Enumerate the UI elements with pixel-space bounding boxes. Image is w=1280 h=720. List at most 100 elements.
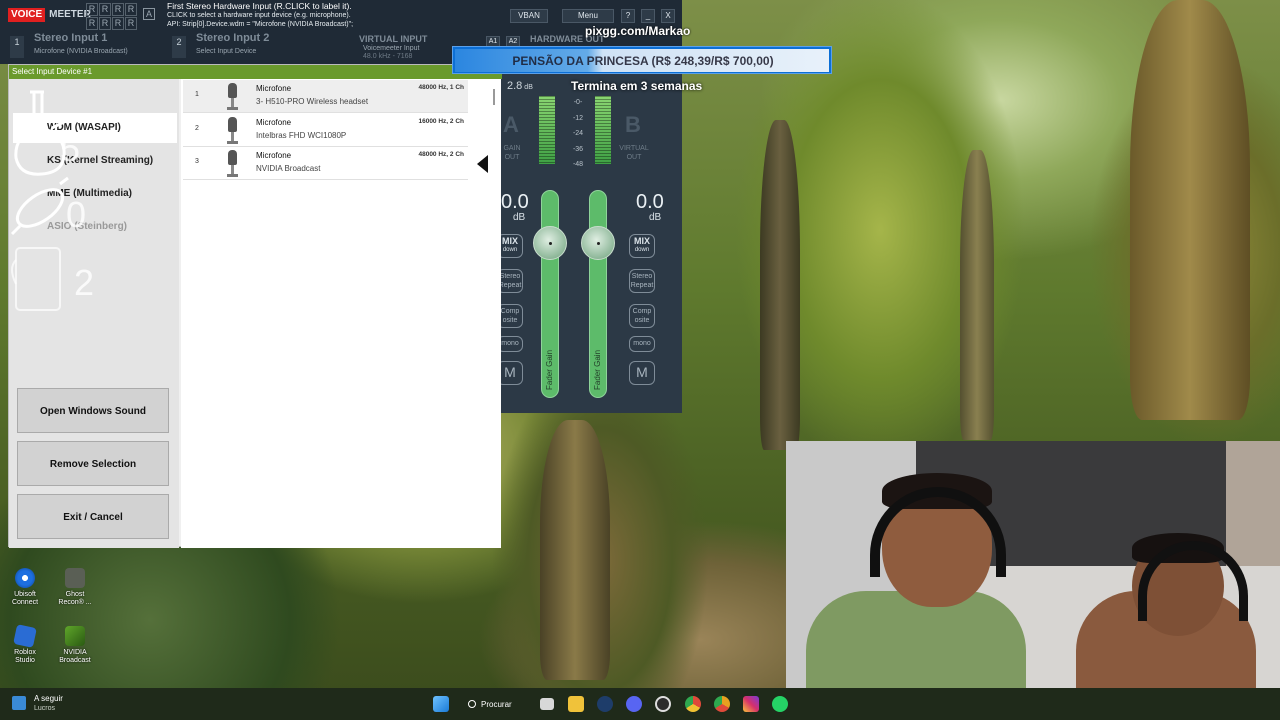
- device-row[interactable]: 3 Microfone NVIDIA Broadcast 48000 Hz, 2…: [183, 147, 468, 180]
- db-left-unit: dB: [513, 212, 526, 223]
- obs-icon[interactable]: [655, 696, 671, 712]
- virtual-input-strip[interactable]: VIRTUAL INPUT Voicemeeter Input 48.0 kHz…: [335, 32, 455, 62]
- microphone-icon: [225, 150, 239, 178]
- strip-1-device[interactable]: Microfone (NVIDIA Broadcast): [34, 48, 128, 55]
- wallpaper-tree: [760, 120, 800, 450]
- macro-r[interactable]: R: [99, 17, 111, 30]
- fader-left-knob[interactable]: [533, 226, 567, 260]
- icon-label-2: Broadcast: [59, 657, 91, 664]
- desktop-icon-ubisoft[interactable]: Ubisoft Connect: [3, 568, 47, 607]
- microphone-icon: [225, 117, 239, 145]
- level-meter-left: [539, 96, 555, 164]
- mix-label: MIX: [633, 236, 650, 246]
- desktop-icon-ghost-recon[interactable]: Ghost Recon® ...: [53, 568, 97, 607]
- minimize-button[interactable]: _: [641, 9, 655, 23]
- db-right-unit: dB: [649, 212, 662, 223]
- a-button[interactable]: A: [143, 8, 155, 20]
- chrome-alt-icon[interactable]: [714, 696, 730, 712]
- scale-tick: -12: [572, 114, 584, 122]
- widgets-button[interactable]: A seguir Lucros: [12, 693, 102, 715]
- vban-button[interactable]: VBAN: [510, 9, 548, 23]
- chrome-icon[interactable]: [685, 696, 701, 712]
- mix-sub: down: [502, 247, 518, 253]
- mute-right[interactable]: M: [629, 361, 655, 385]
- b-bus-label: B: [625, 112, 641, 137]
- composite-right[interactable]: Comp osite: [629, 304, 655, 328]
- macro-r[interactable]: R: [86, 17, 98, 30]
- selected-arrow-icon: [477, 155, 488, 173]
- mix-label: MIX: [501, 236, 518, 246]
- open-windows-sound-button[interactable]: Open Windows Sound: [17, 388, 169, 433]
- macro-r[interactable]: R: [112, 17, 124, 30]
- fader-right-knob[interactable]: [581, 226, 615, 260]
- taskbar: A seguir Lucros Procurar: [0, 688, 1280, 720]
- desktop-icon-nvidia-broadcast[interactable]: NVIDIA Broadcast: [53, 626, 97, 665]
- macro-r[interactable]: R: [125, 3, 137, 16]
- virtual-out-label: VIRTUAL OUT: [617, 144, 651, 162]
- widget-title: A seguir: [34, 694, 63, 703]
- whatsapp-icon[interactable]: [772, 696, 788, 712]
- sticker-number: 2: [74, 262, 95, 303]
- scale-tick: -48: [572, 161, 584, 168]
- close-button[interactable]: X: [661, 9, 675, 23]
- device-format: 16000 Hz, 2 Ch: [418, 118, 464, 125]
- steam-icon[interactable]: [597, 696, 613, 712]
- exit-cancel-button[interactable]: Exit / Cancel: [17, 494, 169, 539]
- macro-r[interactable]: R: [99, 3, 111, 16]
- macro-r[interactable]: R: [112, 3, 124, 16]
- explorer-icon[interactable]: [568, 696, 584, 712]
- help-button[interactable]: ?: [621, 9, 635, 23]
- stereo-sub: Repeat: [630, 282, 654, 289]
- scale-tick: -36: [572, 145, 584, 153]
- macro-r[interactable]: R: [125, 17, 137, 30]
- macro-buttons[interactable]: R R R R R R R R: [86, 3, 138, 30]
- device-format: 48000 Hz, 1 Ch: [418, 84, 464, 91]
- level-readout: 2.8 dB: [507, 80, 533, 92]
- desktop-icon-roblox[interactable]: Roblox Studio: [3, 624, 47, 665]
- comp-sub: osite: [502, 317, 518, 324]
- webcam-overlay: [786, 441, 1280, 720]
- taskview-icon[interactable]: [540, 698, 554, 710]
- icon-label-1: Ghost: [65, 591, 85, 598]
- virtual-input-rate: 48.0 kHz - 7168: [363, 53, 413, 60]
- mono-right[interactable]: mono: [629, 336, 655, 352]
- strip-1[interactable]: 1 Stereo Input 1 Microfone (NVIDIA Broad…: [10, 32, 160, 62]
- search-button[interactable]: Procurar: [463, 696, 525, 713]
- nvidia-broadcast-icon: [65, 626, 85, 646]
- info-line-1: First Stereo Hardware Input (R.CLICK to …: [167, 1, 352, 11]
- menu-button[interactable]: Menu: [562, 9, 614, 23]
- info-line-3: API: Strip[0].Device.wdm = "Microfone (N…: [167, 21, 354, 28]
- stereo-repeat-right[interactable]: Stereo Repeat: [629, 269, 655, 293]
- strip-2[interactable]: 2 Stereo Input 2 Select Input Device: [172, 32, 322, 62]
- wallpaper-tree: [540, 420, 610, 680]
- device-row[interactable]: 1 Microfone 3- H510-PRO Wireless headset…: [183, 80, 468, 113]
- goal-text: PENSÃO DA PRINCESA (R$ 248,39/R$ 700,00): [512, 54, 774, 68]
- device-type: Microfone: [256, 84, 292, 93]
- macro-r[interactable]: R: [86, 3, 98, 16]
- list-scrollbar[interactable]: [493, 89, 495, 105]
- device-type: Microfone: [256, 118, 292, 127]
- wallpaper-tree: [960, 150, 994, 440]
- widget-sub: Lucros: [34, 705, 56, 712]
- start-icon[interactable]: [433, 696, 449, 712]
- remove-selection-button[interactable]: Remove Selection: [17, 441, 169, 486]
- candy-icon: [10, 176, 69, 236]
- wallpaper-tree: [1130, 0, 1250, 420]
- virtual-input-name: VIRTUAL INPUT: [359, 34, 428, 44]
- level-unit: dB: [524, 84, 533, 91]
- discord-icon[interactable]: [626, 696, 642, 712]
- device-name: NVIDIA Broadcast: [256, 164, 321, 173]
- info-text: First Stereo Hardware Input (R.CLICK to …: [167, 2, 377, 29]
- instagram-icon[interactable]: [743, 696, 759, 712]
- strip-1-name[interactable]: Stereo Input 1: [34, 32, 107, 44]
- strip-2-device[interactable]: Select Input Device: [196, 48, 256, 55]
- device-row[interactable]: 2 Microfone Intelbras FHD WCI1080P 16000…: [183, 114, 468, 147]
- strip-2-name[interactable]: Stereo Input 2: [196, 32, 269, 44]
- comp-label: Comp: [632, 308, 652, 315]
- virtual-out-2: OUT: [626, 154, 642, 161]
- sticker-number: 0: [66, 194, 87, 235]
- widgets-icon: [12, 696, 26, 710]
- mix-down-right[interactable]: MIX down: [629, 234, 655, 258]
- fader-left-label: Fader Gain: [545, 349, 554, 390]
- goal-ends-text: Termina em 3 semanas: [571, 79, 703, 93]
